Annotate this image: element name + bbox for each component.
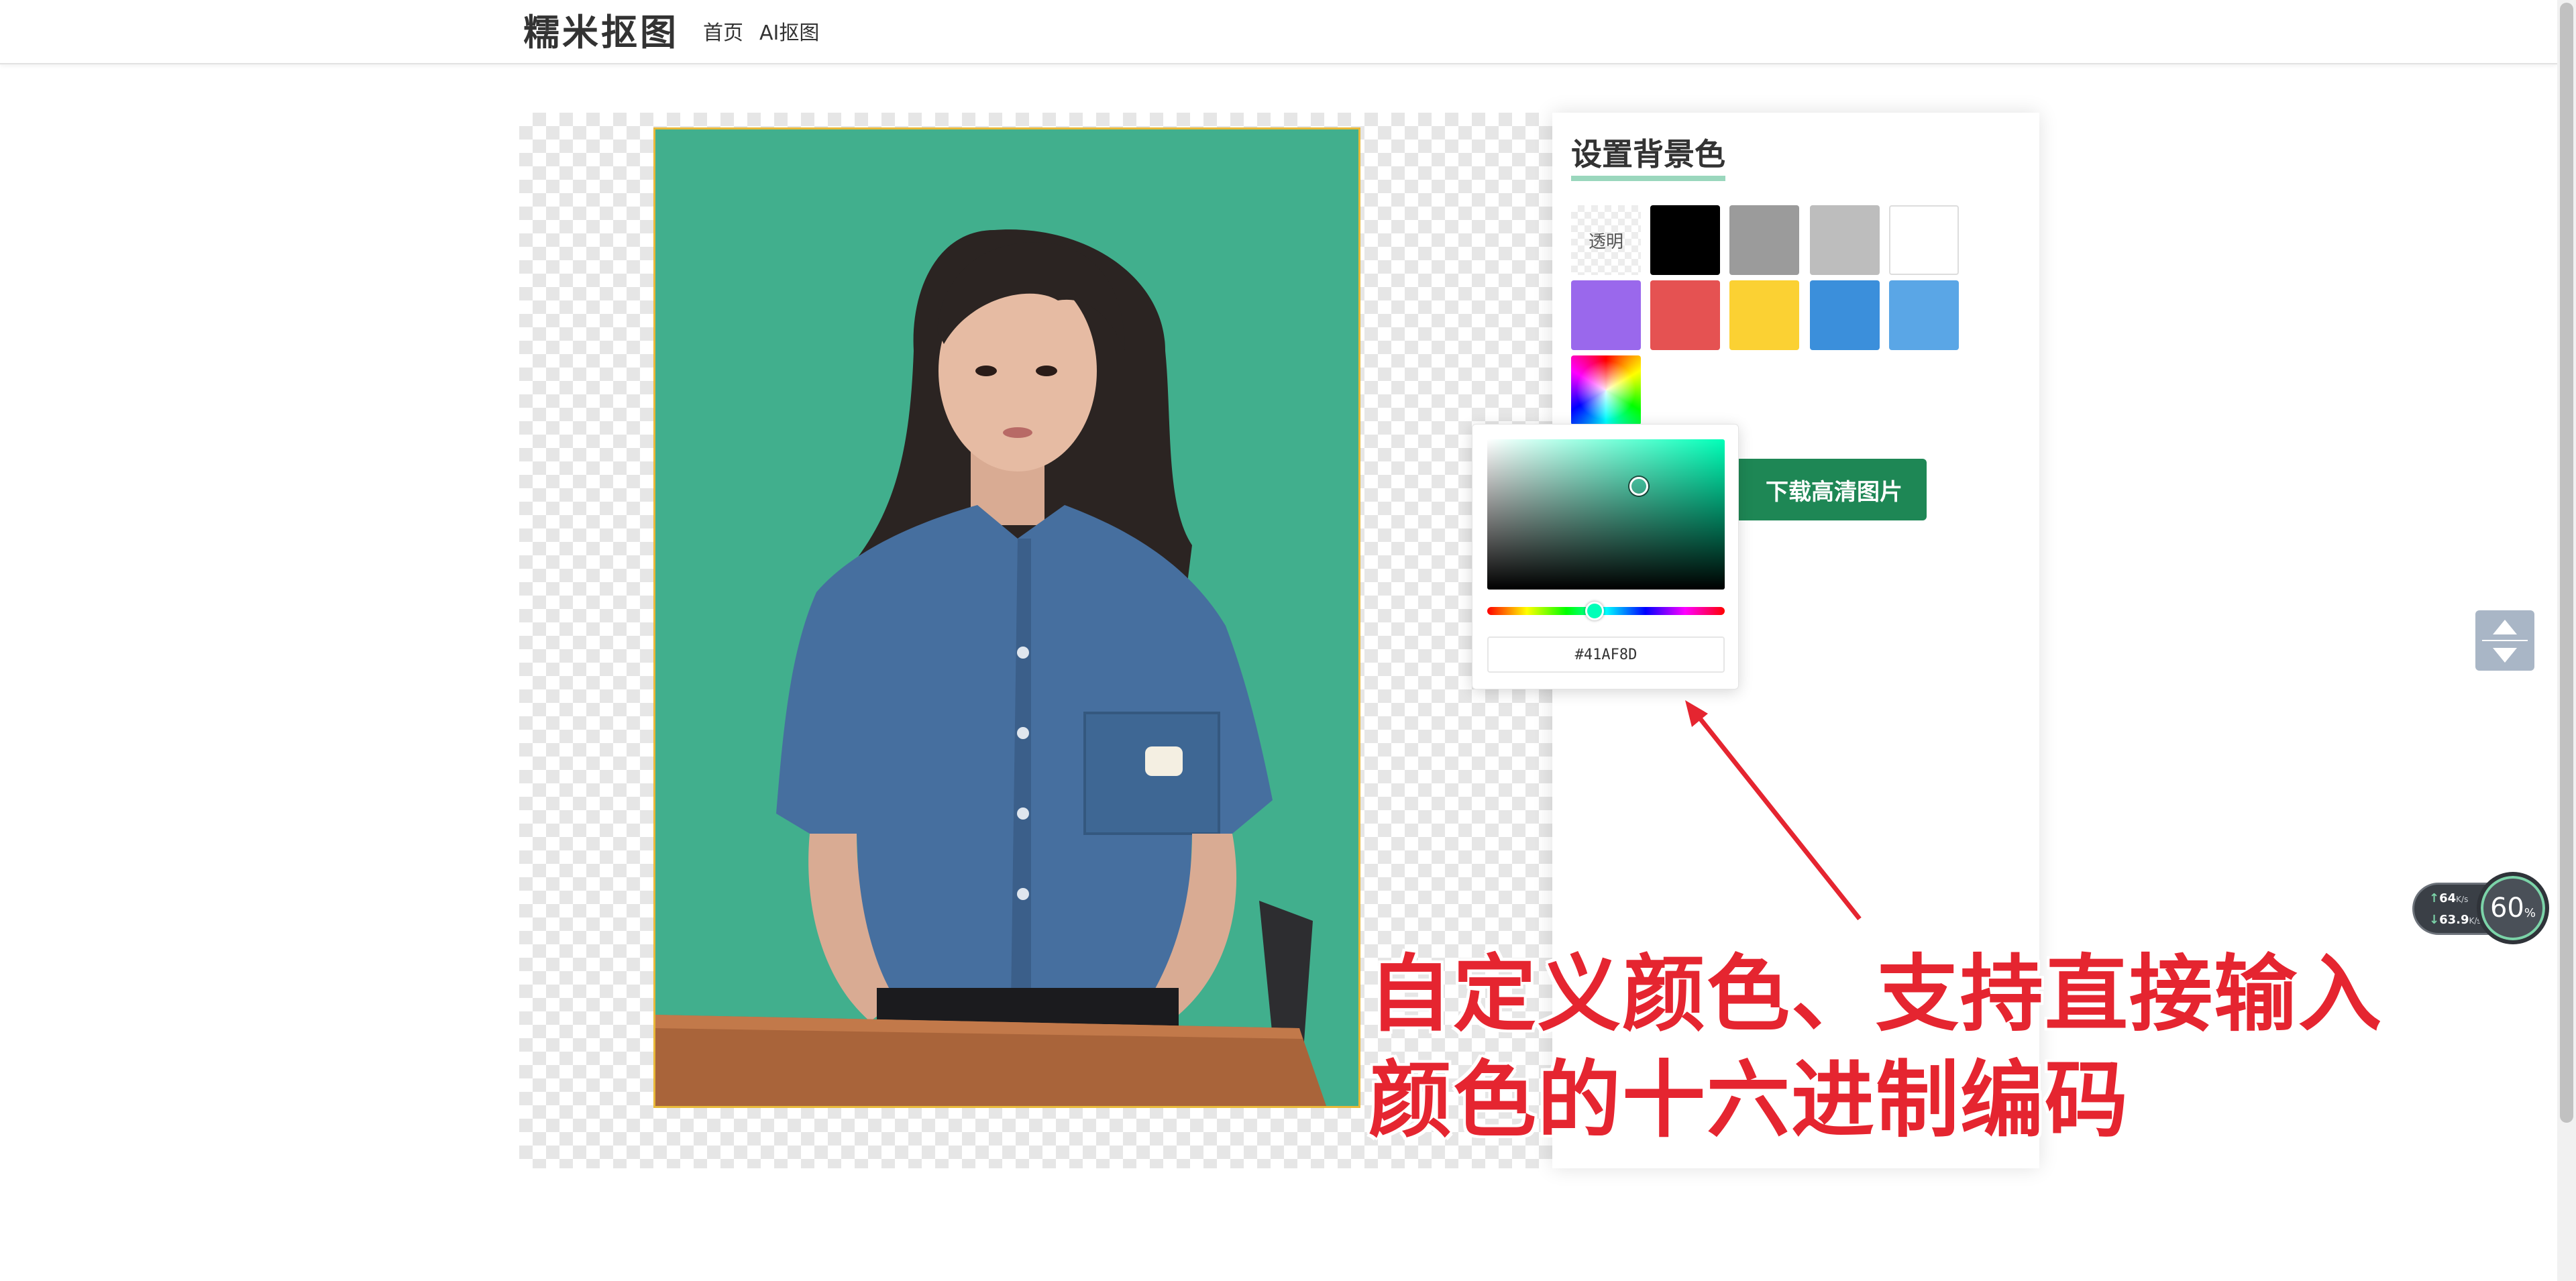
network-speed-widget[interactable]: ↑64K/s ↓63.9K/s 60% [2412,872,2551,946]
saturation-handle[interactable] [1629,477,1648,496]
swatch-red[interactable] [1650,280,1720,350]
nav-ai-cutout-link[interactable]: AI抠图 [759,20,819,47]
swatch-gray[interactable] [1729,205,1799,275]
upload-speed: ↑64K/s [2429,891,2469,905]
top-navbar: 糯米抠图 首页 AI抠图 [0,0,2557,64]
portrait-illustration [655,129,1358,1106]
scrollbar-thumb[interactable] [2560,3,2573,1123]
scroll-widget-divider [2482,640,2528,641]
site-logo[interactable]: 糯米抠图 [523,9,679,56]
annotation-line-2: 颜色的十六进制编码 [1368,1052,2130,1149]
color-picker-popup [1472,424,1739,689]
panel-title: 设置背景色 [1571,133,1725,181]
hue-slider[interactable] [1487,602,1725,620]
swatch-white[interactable] [1889,205,1959,275]
scroll-top-bottom-widget [2475,610,2534,671]
custom-color-swatch[interactable] [1571,355,1641,425]
nav-home-link[interactable]: 首页 [703,20,743,47]
saturation-value-area[interactable] [1487,439,1725,590]
swatch-light-blue[interactable] [1889,280,1959,350]
memory-usage-unit: % [2524,905,2536,920]
memory-usage-gauge[interactable]: 60% [2477,872,2549,944]
scroll-up-icon[interactable] [2493,620,2517,634]
swatch-transparent[interactable]: 透明 [1571,205,1641,275]
upload-speed-unit: K/s [2456,895,2469,904]
annotation-caption: 自定义颜色、支持直接输入 颜色的十六进制编码 [1368,942,2383,1154]
scroll-down-icon[interactable] [2493,648,2517,663]
swatch-light-gray[interactable] [1810,205,1880,275]
page-scrollbar[interactable] [2557,0,2576,1281]
cutout-preview-image [653,127,1360,1108]
hex-color-input[interactable] [1487,636,1725,673]
memory-usage-value: 60 [2489,893,2524,924]
download-speed: ↓63.9K/s [2429,913,2481,927]
download-speed-value: 63.9 [2439,913,2469,927]
annotation-line-1: 自定义颜色、支持直接输入 [1368,946,2383,1043]
swatch-transparent-label: 透明 [1588,231,1623,252]
swatch-blue[interactable] [1810,280,1880,350]
swatch-yellow[interactable] [1729,280,1799,350]
swatch-purple[interactable] [1571,280,1641,350]
upload-speed-value: 64 [2439,891,2457,905]
hue-slider-handle[interactable] [1585,602,1604,620]
download-hd-button[interactable]: 下载高清图片 [1719,459,1927,520]
swatch-black[interactable] [1650,205,1720,275]
